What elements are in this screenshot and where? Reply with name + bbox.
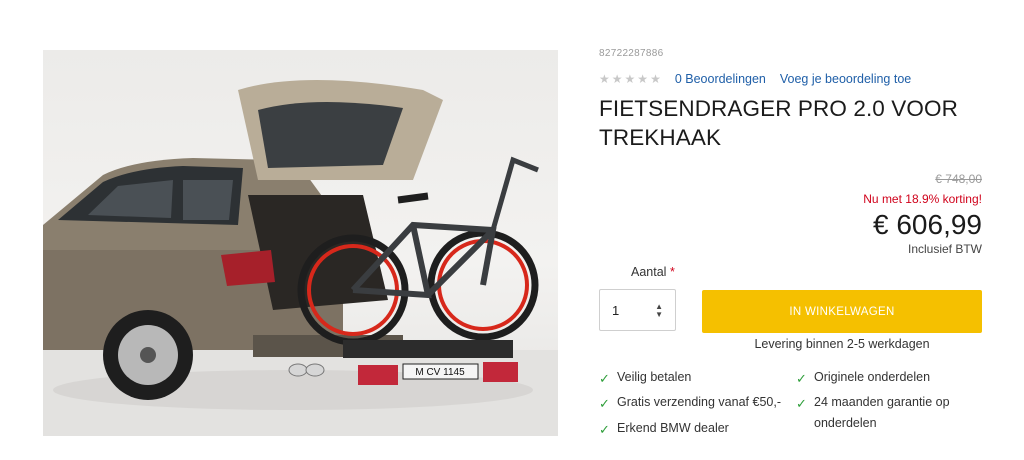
star-icon: ★: [637, 72, 649, 86]
product-title-line-2: TREKHAAK: [599, 125, 722, 150]
usp-text: Veilig betalen: [617, 370, 692, 384]
usp-item: ✓ Originele onderdelen: [796, 370, 930, 388]
old-price: € 748,00: [935, 172, 982, 186]
check-icon: ✓: [599, 422, 610, 437]
quantity-label-text: Aantal: [631, 265, 667, 279]
check-icon: ✓: [796, 371, 807, 386]
rating-row: ★ ★ ★ ★ ★ 0 Beoordelingen Voeg je beoord…: [599, 72, 982, 86]
license-plate-text: M CV 1145: [415, 367, 465, 378]
star-icon: ★: [611, 72, 623, 86]
usp-item: ✓ Gratis verzending vanaf €50,-: [599, 395, 781, 413]
vat-note: Inclusief BTW: [907, 242, 982, 256]
price-block: € 748,00 Nu met 18.9% korting! € 606,99 …: [599, 172, 982, 256]
usp-text: Erkend BMW dealer: [617, 421, 729, 435]
usp-text-line-2: onderdelen: [814, 416, 877, 430]
add-review-link[interactable]: Voeg je beoordeling toe: [780, 72, 911, 86]
usp-item: ✓ Erkend BMW dealer: [599, 421, 729, 439]
usp-item: ✓ Veilig betalen: [599, 370, 691, 388]
discount-label: Nu met 18.9% korting!: [863, 192, 982, 206]
product-sku: 82722287886: [599, 48, 664, 59]
reviews-link[interactable]: 0 Beoordelingen: [675, 72, 766, 86]
product-title: FIETSENDRAGER PRO 2.0 VOOR TREKHAAK: [599, 94, 982, 152]
check-icon: ✓: [599, 371, 610, 386]
star-icon: ★: [599, 72, 610, 86]
delivery-info: Levering binnen 2-5 werkdagen: [754, 337, 930, 351]
usp-text: 24 maanden garantie op onderdelen: [814, 392, 950, 434]
usp-text: Originele onderdelen: [814, 370, 931, 384]
quantity-input[interactable]: 1: [612, 303, 619, 318]
product-info: 82722287886 ★ ★ ★ ★ ★ 0 Beoordelingen Vo…: [599, 48, 982, 256]
current-price: € 606,99: [873, 209, 982, 240]
stepper-controls[interactable]: ▲ ▼: [655, 302, 663, 318]
product-title-line-1: FIETSENDRAGER PRO 2.0 VOOR: [599, 96, 958, 121]
check-icon: ✓: [599, 396, 610, 411]
quantity-label: Aantal *: [631, 265, 675, 279]
quantity-stepper[interactable]: 1 ▲ ▼: [599, 289, 676, 331]
check-icon: ✓: [796, 396, 807, 411]
required-mark: *: [669, 265, 675, 279]
star-icon: ★: [650, 72, 661, 86]
chevron-down-icon[interactable]: ▼: [655, 310, 663, 318]
chevron-up-icon[interactable]: ▲: [655, 302, 663, 310]
add-to-cart-button[interactable]: IN WINKELWAGEN: [702, 290, 982, 333]
usp-item: ✓ 24 maanden garantie op onderdelen: [796, 395, 950, 434]
rating-stars: ★ ★ ★ ★ ★: [599, 73, 661, 85]
star-icon: ★: [624, 72, 636, 86]
product-image[interactable]: M CV 1145: [43, 50, 558, 436]
usp-text-line-1: 24 maanden garantie op: [814, 395, 950, 409]
usp-text: Gratis verzending vanaf €50,-: [617, 395, 781, 409]
